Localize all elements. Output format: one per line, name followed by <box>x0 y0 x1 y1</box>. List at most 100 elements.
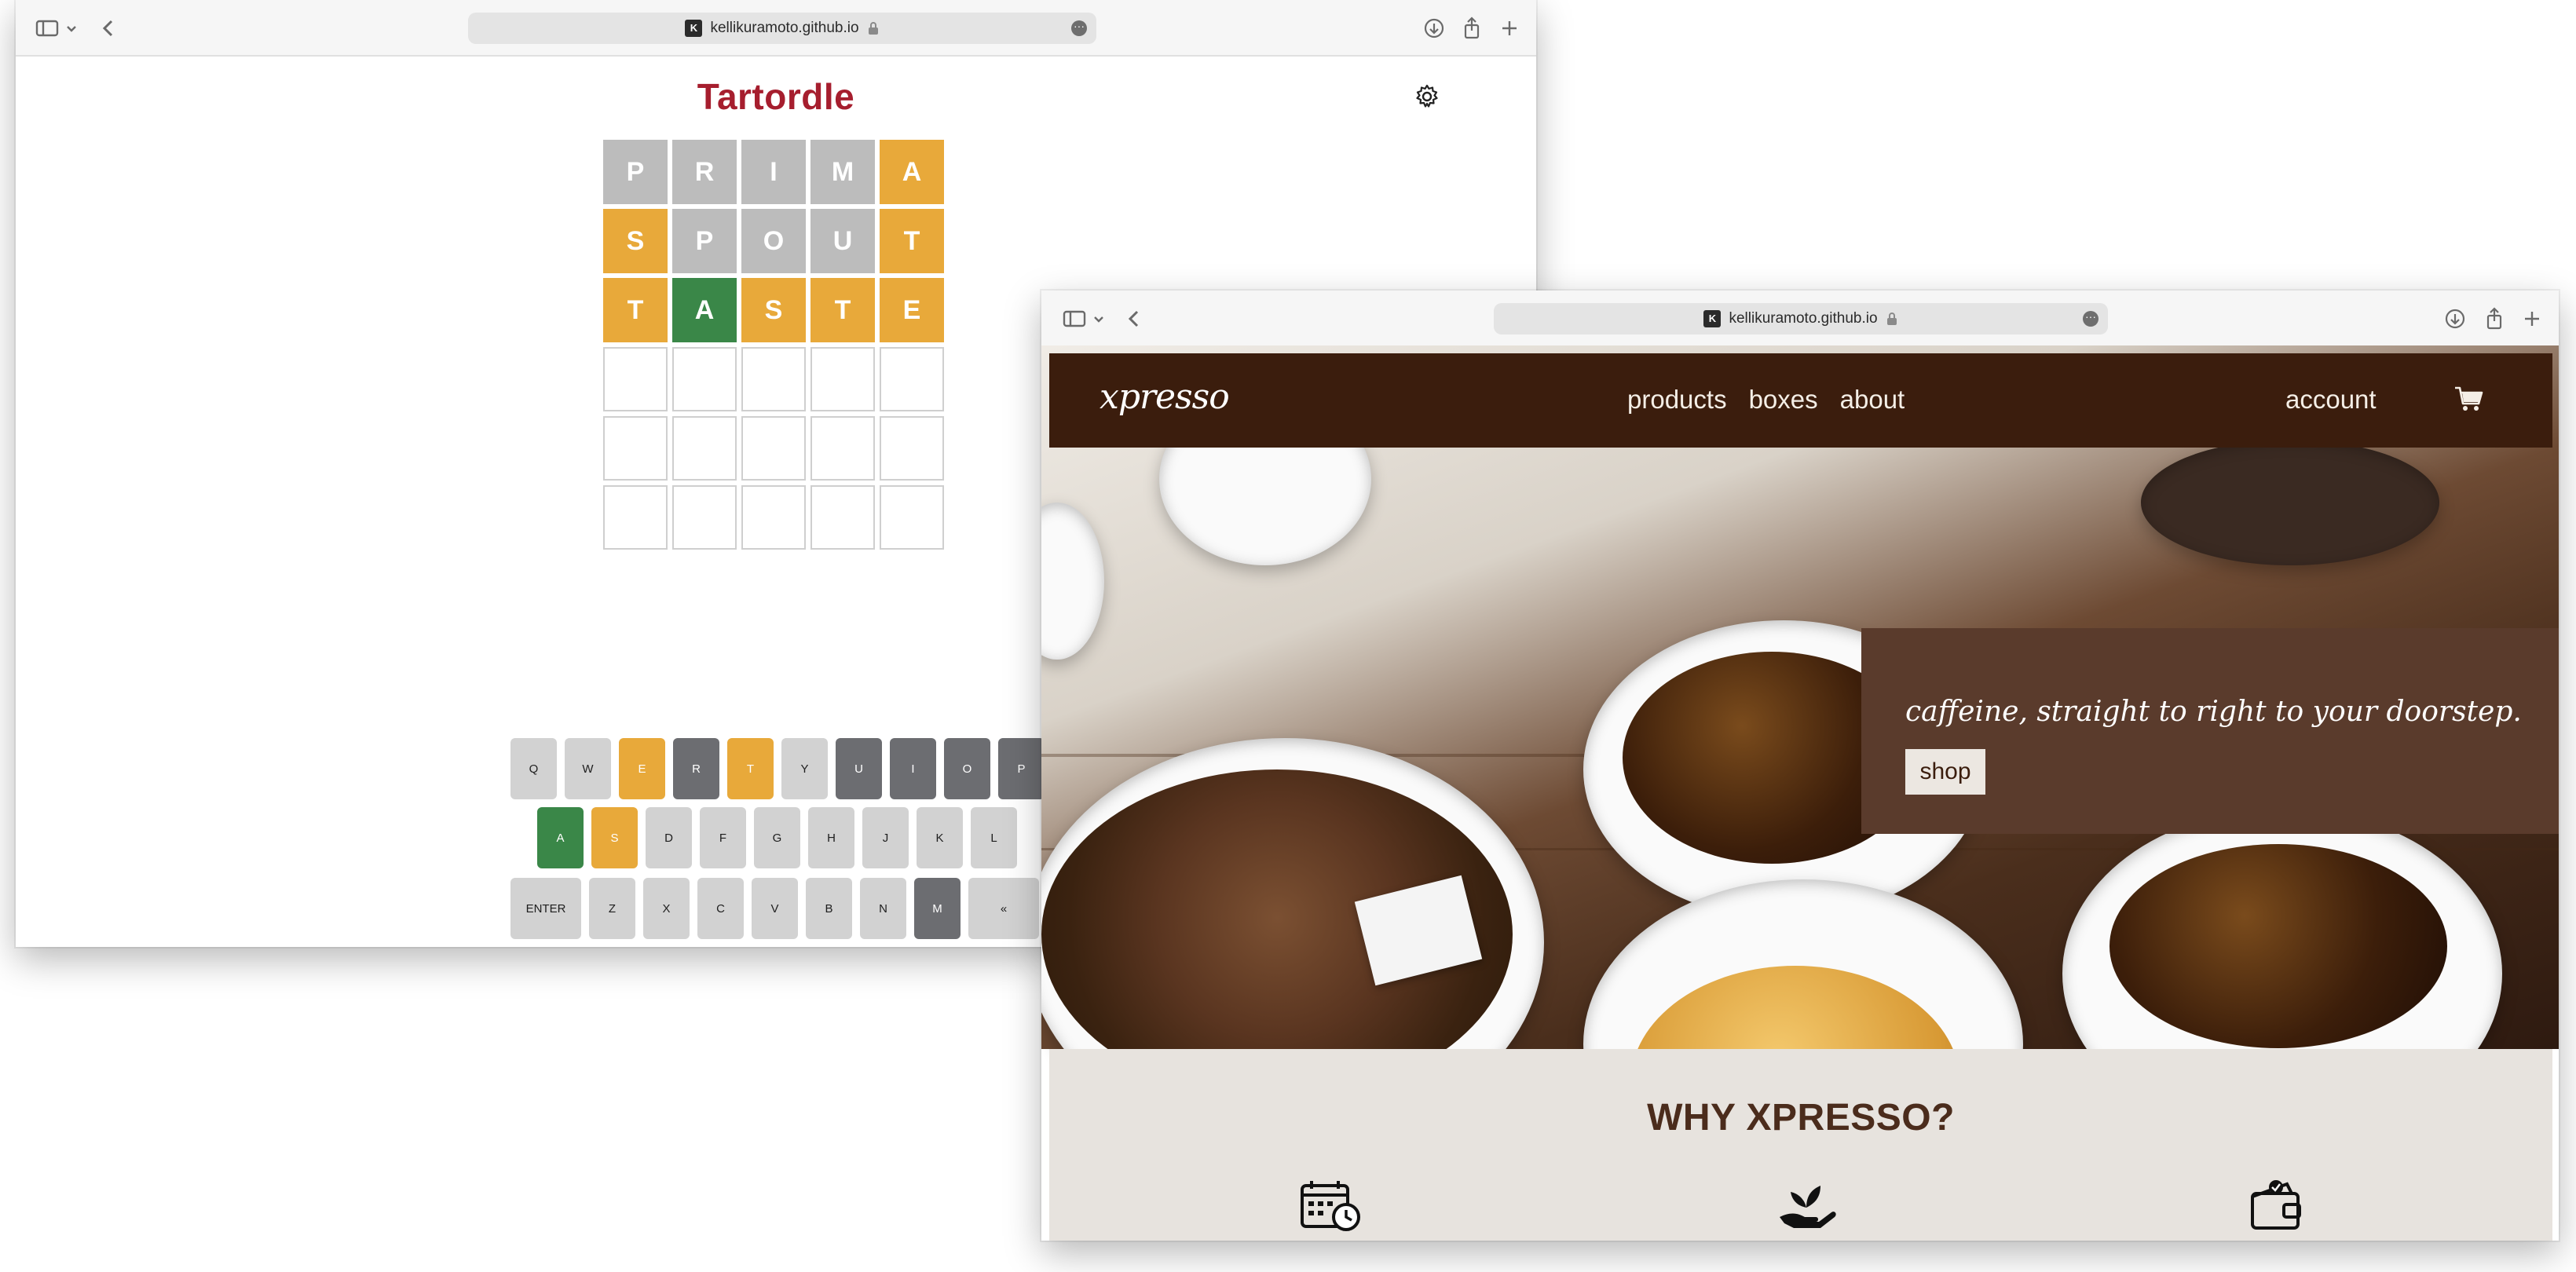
grid-tile: I <box>741 140 806 204</box>
key-p[interactable]: P <box>998 738 1045 799</box>
site-favicon: K <box>685 20 703 37</box>
nav-links: products boxes about <box>1627 385 1905 415</box>
grid-tile: T <box>810 278 875 342</box>
grid-tile: S <box>741 278 806 342</box>
back-arrow-icon[interactable] <box>1120 305 1148 333</box>
share-icon[interactable] <box>2480 305 2508 333</box>
key-d[interactable]: D <box>646 807 692 868</box>
shopping-cart-icon[interactable] <box>2453 385 2485 413</box>
grid-tile <box>603 347 668 411</box>
browser-toolbar: K kellikuramoto.github.io ··· <box>1041 291 2559 347</box>
address-text: kellikuramoto.github.io <box>710 20 859 36</box>
grid-tile <box>880 416 944 481</box>
key-n[interactable]: N <box>860 878 906 939</box>
grid-tile: P <box>672 209 737 273</box>
page-menu-icon[interactable]: ··· <box>1071 20 1087 36</box>
chevron-down-icon[interactable] <box>1090 305 1107 333</box>
address-bar[interactable]: K kellikuramoto.github.io ··· <box>468 13 1096 44</box>
grid-tile <box>603 485 668 550</box>
keyboard-row-3: ENTER Z X C V B N M « <box>510 878 1039 939</box>
key-f[interactable]: F <box>700 807 746 868</box>
back-arrow-icon[interactable] <box>94 14 123 42</box>
grid-tile: T <box>880 209 944 273</box>
share-icon[interactable] <box>1458 14 1486 42</box>
xpresso-page: xpresso products boxes about account caf… <box>1041 345 2559 1241</box>
key-w[interactable]: W <box>565 738 611 799</box>
grid-tile <box>810 347 875 411</box>
key-q[interactable]: Q <box>510 738 557 799</box>
grid-tile <box>672 485 737 550</box>
key-j[interactable]: J <box>862 807 909 868</box>
key-o[interactable]: O <box>944 738 990 799</box>
key-t[interactable]: T <box>727 738 774 799</box>
wallet-check-icon <box>2246 1178 2309 1233</box>
nav-products[interactable]: products <box>1627 385 1727 415</box>
key-e[interactable]: E <box>619 738 665 799</box>
grid-tile: U <box>810 209 875 273</box>
grid-tile <box>672 416 737 481</box>
grid-tile: S <box>603 209 668 273</box>
key-z[interactable]: Z <box>589 878 635 939</box>
key-b[interactable]: B <box>806 878 852 939</box>
key-c[interactable]: C <box>697 878 744 939</box>
grid-tile <box>741 485 806 550</box>
chevron-down-icon[interactable] <box>63 14 80 42</box>
key-g[interactable]: G <box>754 807 800 868</box>
key-l[interactable]: L <box>971 807 1017 868</box>
grid-tile <box>603 416 668 481</box>
key-y[interactable]: Y <box>781 738 828 799</box>
key-i[interactable]: I <box>890 738 936 799</box>
grid-tile: A <box>672 278 737 342</box>
sidebar-toggle-icon[interactable] <box>33 14 61 42</box>
hand-plant-icon <box>1775 1178 1838 1233</box>
nav-account[interactable]: account <box>2285 385 2377 415</box>
backspace-key[interactable]: « <box>968 878 1039 939</box>
grid-tile <box>880 347 944 411</box>
enter-key[interactable]: ENTER <box>510 878 581 939</box>
new-tab-icon[interactable] <box>2518 305 2546 333</box>
key-k[interactable]: K <box>917 807 963 868</box>
calendar-clock-icon <box>1299 1178 1362 1233</box>
key-u[interactable]: U <box>836 738 882 799</box>
address-bar[interactable]: K kellikuramoto.github.io ··· <box>1494 303 2108 334</box>
page-menu-icon[interactable]: ··· <box>2083 311 2098 327</box>
keyboard-row-1: QWERTYUIOP <box>510 738 1045 799</box>
lock-icon <box>868 22 878 35</box>
grid-tile: R <box>672 140 737 204</box>
new-tab-icon[interactable] <box>1495 14 1524 42</box>
shop-button[interactable]: shop <box>1905 749 1985 795</box>
key-a[interactable]: A <box>537 807 584 868</box>
download-icon[interactable] <box>2441 305 2469 333</box>
key-r[interactable]: R <box>673 738 719 799</box>
key-h[interactable]: H <box>808 807 854 868</box>
sidebar-toggle-icon[interactable] <box>1060 305 1089 333</box>
hero-tagline: caffeine, straight to right to your door… <box>1905 696 2522 728</box>
hero-promo-box: caffeine, straight to right to your door… <box>1861 628 2559 834</box>
page-title: Tartordle <box>697 76 855 117</box>
guess-grid: PRIMASPOUTTASTE <box>603 140 944 550</box>
download-icon[interactable] <box>1420 14 1448 42</box>
key-x[interactable]: X <box>643 878 690 939</box>
grid-tile <box>741 347 806 411</box>
key-v[interactable]: V <box>752 878 798 939</box>
keyboard-row-2: ASDFGHJKL <box>537 807 1017 868</box>
grid-tile: A <box>880 140 944 204</box>
why-title: WHY XPRESSO? <box>1647 1097 1955 1139</box>
lock-icon <box>1886 313 1897 325</box>
browser-toolbar: K kellikuramoto.github.io ··· <box>16 0 1536 57</box>
nav-boxes[interactable]: boxes <box>1749 385 1818 415</box>
key-m[interactable]: M <box>914 878 961 939</box>
address-text: kellikuramoto.github.io <box>1729 310 1878 327</box>
grid-tile: E <box>880 278 944 342</box>
grid-tile: P <box>603 140 668 204</box>
grid-tile <box>810 416 875 481</box>
why-section: WHY XPRESSO? <box>1049 1049 2552 1241</box>
xpresso-browser-window: K kellikuramoto.github.io ··· xpresso pr… <box>1041 291 2559 1241</box>
grid-tile <box>810 485 875 550</box>
site-logo[interactable]: xpresso <box>1100 377 1230 417</box>
grid-tile <box>880 485 944 550</box>
settings-gear-icon[interactable] <box>1414 83 1440 110</box>
nav-about[interactable]: about <box>1840 385 1905 415</box>
grid-tile: O <box>741 209 806 273</box>
key-s[interactable]: S <box>591 807 638 868</box>
